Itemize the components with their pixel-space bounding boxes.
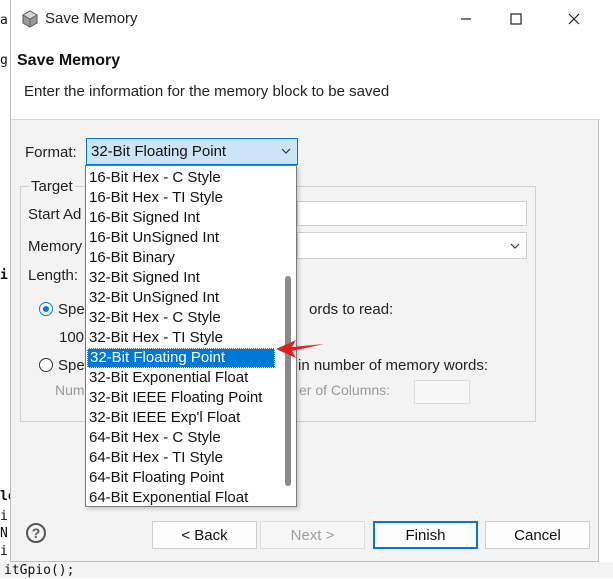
start-address-label: Start Ad xyxy=(28,206,82,223)
length-label: Length: xyxy=(28,267,79,284)
format-option[interactable]: 32-Bit Hex - TI Style xyxy=(87,328,275,348)
maximize-icon xyxy=(510,13,522,25)
length-value[interactable]: 100 xyxy=(59,329,84,346)
start-address-input[interactable] xyxy=(297,201,527,226)
dropdown-scrollbar-thumb[interactable] xyxy=(285,276,291,486)
next-button-label: Next > xyxy=(290,526,335,544)
app-cube-icon xyxy=(22,10,38,28)
format-option[interactable]: 32-Bit Floating Point xyxy=(87,348,275,368)
format-label: Format: xyxy=(25,144,77,161)
annotation-arrow-icon xyxy=(276,340,324,358)
ide-code-fragment: i xyxy=(0,544,8,559)
format-option[interactable]: 32-Bit IEEE Exp'l Float xyxy=(87,408,275,428)
format-option[interactable]: 32-Bit UnSigned Int xyxy=(87,288,275,308)
cancel-button-label: Cancel xyxy=(514,526,561,544)
ide-code-fragment: g xyxy=(0,53,8,68)
ide-background-bottom xyxy=(0,562,613,578)
ide-code-fragment: N xyxy=(0,526,8,541)
minimize-button[interactable] xyxy=(443,4,489,34)
format-option[interactable]: 64-Bit Floating Point xyxy=(87,468,275,488)
format-option[interactable]: 32-Bit Hex - C Style xyxy=(87,308,275,328)
format-option[interactable]: 16-Bit Hex - TI Style xyxy=(87,188,275,208)
finish-button-label: Finish xyxy=(405,526,446,544)
format-combo-value: 32-Bit Floating Point xyxy=(91,143,227,160)
help-icon: ? xyxy=(31,525,41,541)
format-option[interactable]: 64-Bit Hex - C Style xyxy=(87,428,275,448)
columns-input[interactable] xyxy=(414,380,470,404)
words-to-read-label: ords to read: xyxy=(309,301,394,318)
target-group-label: Target xyxy=(29,178,75,195)
specify-columns-label: Spe xyxy=(58,357,85,374)
format-combo[interactable]: 32-Bit Floating Point xyxy=(86,138,298,165)
memory-page-select[interactable] xyxy=(297,232,527,259)
format-option[interactable]: 32-Bit Exponential Float xyxy=(87,368,275,388)
format-option[interactable]: 16-Bit Signed Int xyxy=(87,208,275,228)
chevron-down-icon xyxy=(281,148,291,154)
format-option[interactable]: 64-Bit Exponential Float xyxy=(87,488,275,508)
ide-code-fragment: i xyxy=(0,509,8,524)
ide-code-fragment: a xyxy=(0,13,8,28)
maximize-button[interactable] xyxy=(493,4,539,34)
format-option[interactable]: 16-Bit UnSigned Int xyxy=(87,228,275,248)
specify-words-radio[interactable] xyxy=(39,302,53,316)
next-button[interactable]: Next > xyxy=(260,521,365,549)
dialog-header-title: Save Memory xyxy=(17,52,121,69)
cancel-button[interactable]: Cancel xyxy=(485,521,590,549)
minimize-icon xyxy=(461,18,471,20)
columns-label: er of Columns: xyxy=(299,382,391,398)
format-dropdown-list: 16-Bit Hex - C Style 16-Bit Hex - TI Styl… xyxy=(85,165,297,507)
chevron-down-icon xyxy=(510,243,520,249)
window-title: Save Memory xyxy=(45,10,138,27)
memory-words-label: in number of memory words: xyxy=(298,357,489,374)
help-button[interactable]: ? xyxy=(26,523,46,543)
ide-code-fragment: i xyxy=(0,268,8,283)
format-option[interactable]: 16-Bit Hex - C Style xyxy=(87,168,275,188)
number-label: Num xyxy=(55,382,85,398)
back-button[interactable]: < Back xyxy=(152,521,257,549)
format-option[interactable]: 16-Bit Binary xyxy=(87,248,275,268)
close-button[interactable] xyxy=(551,4,597,34)
ide-background-right xyxy=(599,0,613,578)
close-icon xyxy=(568,13,580,25)
dialog-header-description: Enter the information for the memory blo… xyxy=(24,83,390,100)
specify-columns-radio[interactable] xyxy=(39,358,53,372)
back-button-label: < Back xyxy=(181,526,228,544)
title-bar[interactable]: Save Memory xyxy=(11,0,600,39)
finish-button[interactable]: Finish xyxy=(373,521,478,549)
format-option[interactable]: 32-Bit IEEE Floating Point xyxy=(87,388,275,408)
format-option[interactable]: 32-Bit Signed Int xyxy=(87,268,275,288)
ide-code-fragment: itGpio(); xyxy=(4,563,75,578)
format-option[interactable]: 64-Bit Hex - TI Style xyxy=(87,448,275,468)
memory-page-label: Memory xyxy=(28,238,83,255)
specify-words-label: Spe xyxy=(58,301,85,318)
